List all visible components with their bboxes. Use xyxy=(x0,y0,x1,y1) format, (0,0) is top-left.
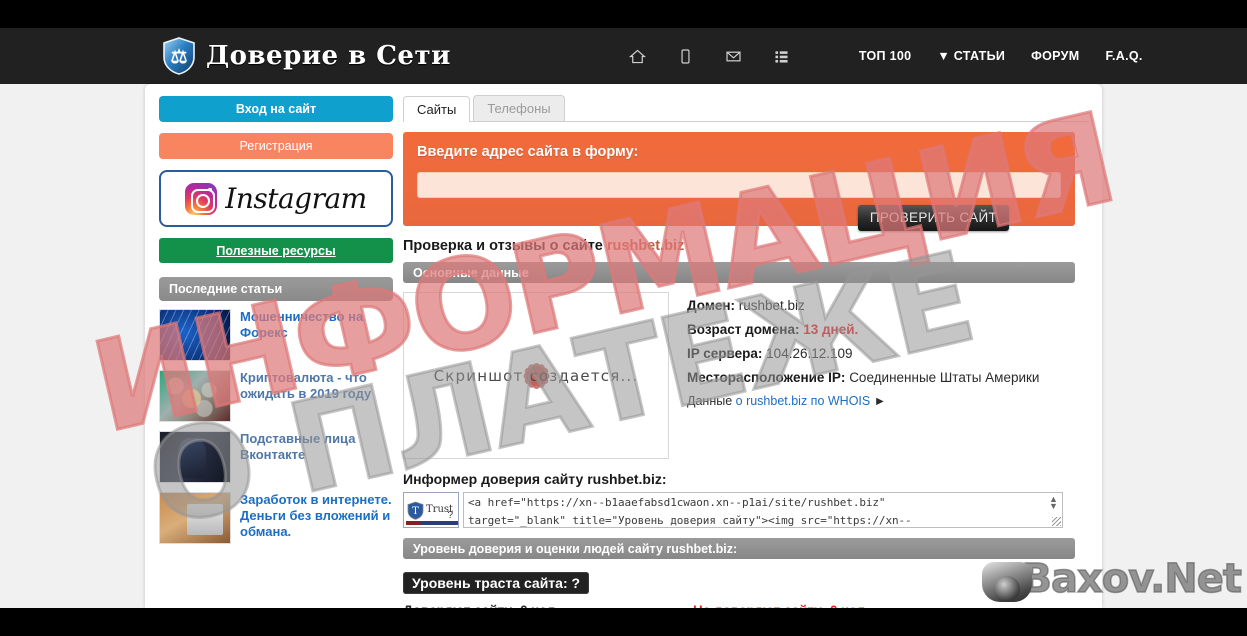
whois-arrow-icon: ► xyxy=(873,394,887,408)
site-url-input[interactable] xyxy=(418,173,1060,197)
site-header: ⚖ Доверие в Сети ТОП 100 ▼ СТАТЬИ ФОРУМ … xyxy=(0,28,1247,84)
crypto-coins-thumb xyxy=(159,370,231,422)
list-item[interactable]: Мошенничество на Форекс xyxy=(159,309,393,361)
useful-resources-button[interactable]: Полезные ресурсы xyxy=(159,238,393,263)
basic-data-heading: Основные данные xyxy=(403,262,1075,283)
screenshot-root: ⚖ Доверие в Сети ТОП 100 ▼ СТАТЬИ ФОРУМ … xyxy=(0,0,1247,636)
envelope-icon[interactable] xyxy=(723,45,745,67)
check-form-label: Введите адрес сайта в форму: xyxy=(417,144,639,160)
stepper-icon[interactable]: ▲ ▼ xyxy=(1048,495,1059,511)
ip-location-label: Месторасположение IP: xyxy=(687,370,846,385)
laptop-money-thumb xyxy=(159,492,231,544)
content-wrapper: Вход на сайт Регистрация Instagram Полез… xyxy=(145,84,1102,618)
informer-heading-prefix: Информер доверия сайту xyxy=(403,471,588,487)
svg-text:T: T xyxy=(412,506,419,517)
article-title[interactable]: Криптовалюта - что ожидать в 2019 году xyxy=(240,370,393,422)
domain-age-row: Возраст домена: 13 дней. xyxy=(687,322,1039,337)
result-domain: rushbet.biz xyxy=(606,238,685,254)
main-column: Сайты Телефоны Введите адрес сайта в фор… xyxy=(403,95,1089,618)
badge-color-bar xyxy=(406,521,458,525)
informer-row: T Trust ? <a href="https://xn--b1aaefabs… xyxy=(403,492,1089,528)
domain-value: rushbet.biz xyxy=(738,298,805,313)
domain-age-value: 13 дней. xyxy=(803,322,859,337)
informer-code-line2: target="_blank" title="Уровень доверия с… xyxy=(468,514,912,527)
article-title[interactable]: Мошенничество на Форекс xyxy=(240,309,393,361)
server-ip-label: IP сервера: xyxy=(687,346,763,361)
list-item[interactable]: Заработок в интернете. Деньги без вложен… xyxy=(159,492,393,544)
brand-logo[interactable]: ⚖ Доверие в Сети xyxy=(162,37,451,75)
mobile-icon[interactable] xyxy=(675,45,697,67)
site-url-input-wrap[interactable] xyxy=(417,172,1061,198)
list-item[interactable]: Подставные лица Вконтакте xyxy=(159,431,393,483)
server-ip-value: 104.26.12.109 xyxy=(766,346,853,361)
trust-informer-badge: T Trust ? xyxy=(403,492,459,528)
domain-info: Домен: rushbet.biz Возраст домена: 13 дн… xyxy=(687,292,1039,459)
article-title[interactable]: Подставные лица Вконтакте xyxy=(240,431,393,483)
top-black-strip xyxy=(0,0,1247,28)
instagram-banner[interactable]: Instagram xyxy=(159,170,393,227)
nav-articles[interactable]: ▼ СТАТЬИ xyxy=(937,49,1005,63)
trust-section-heading: Уровень доверия и оценки людей сайту rus… xyxy=(403,538,1075,559)
ip-location-value: Соединенные Штаты Америки xyxy=(849,370,1040,385)
sidebar: Вход на сайт Регистрация Instagram Полез… xyxy=(159,96,393,553)
domain-age-label: Возраст домена: xyxy=(687,322,800,337)
server-ip-row: IP сервера: 104.26.12.109 xyxy=(687,346,1039,361)
result-heading-prefix: Проверка и отзывы о сайте xyxy=(403,238,607,254)
ip-location-row: Месторасположение IP: Соединенные Штаты … xyxy=(687,370,1039,385)
tab-sites[interactable]: Сайты xyxy=(403,96,471,122)
bottom-black-strip xyxy=(0,608,1247,636)
login-button[interactable]: Вход на сайт xyxy=(159,96,393,122)
whois-link[interactable]: о rushbet.biz по WHOIS xyxy=(736,394,871,408)
informer-heading: Информер доверия сайту rushbet.biz: xyxy=(403,471,1089,487)
screenshot-status-text: Скриншот создается... xyxy=(433,366,639,385)
basic-data-row: Скриншот создается... Домен: rushbet.biz… xyxy=(403,292,1089,459)
list-icon[interactable] xyxy=(771,45,793,67)
screenshot-placeholder: Скриншот создается... xyxy=(403,292,669,459)
mini-shield-icon: T xyxy=(407,501,424,520)
nav-top100[interactable]: ТОП 100 xyxy=(859,49,911,63)
result-heading: Проверка и отзывы о сайте rushbet.biz xyxy=(403,238,1089,254)
nav-forum[interactable]: ФОРУМ xyxy=(1031,49,1079,63)
instagram-icon xyxy=(185,182,218,215)
whois-row: Данные о rushbet.biz по WHOIS ► xyxy=(687,394,1039,408)
informer-code-textarea[interactable]: <a href="https://xn--b1aaefabsd1cwaon.xn… xyxy=(463,492,1063,528)
trust-level-badge: Уровень траста сайта: ? xyxy=(403,572,590,594)
vk-person-thumb xyxy=(159,431,231,483)
instagram-label: Instagram xyxy=(225,182,367,215)
home-icon[interactable] xyxy=(627,45,649,67)
check-site-button[interactable]: ПРОВЕРИТЬ САЙТ xyxy=(857,205,1009,231)
site-check-form: Введите адрес сайта в форму: ПРОВЕРИТЬ С… xyxy=(403,132,1075,231)
tab-phones[interactable]: Телефоны xyxy=(473,95,565,121)
tab-bar: Сайты Телефоны xyxy=(403,95,1089,122)
latest-articles-heading: Последние статьи xyxy=(159,277,393,301)
informer-code-line1: <a href="https://xn--b1aaefabsd1cwaon.xn… xyxy=(468,496,886,509)
register-button[interactable]: Регистрация xyxy=(159,133,393,159)
domain-label: Домен: xyxy=(687,298,735,313)
resize-handle[interactable] xyxy=(1052,517,1061,526)
useful-resources-label: Полезные ресурсы xyxy=(216,243,336,258)
badge-question-mark: ? xyxy=(447,510,453,521)
main-nav: ТОП 100 ▼ СТАТЬИ ФОРУМ F.A.Q. xyxy=(627,45,1143,67)
nav-faq[interactable]: F.A.Q. xyxy=(1105,49,1142,63)
article-title[interactable]: Заработок в интернете. Деньги без вложен… xyxy=(240,492,393,544)
whois-prefix: Данные xyxy=(687,394,736,408)
domain-row: Домен: rushbet.biz xyxy=(687,298,1039,313)
informer-heading-domain: rushbet.biz: xyxy=(587,471,667,487)
svg-text:⚖: ⚖ xyxy=(170,46,187,68)
forex-chart-thumb xyxy=(159,309,231,361)
list-item[interactable]: Криптовалюта - что ожидать в 2019 году xyxy=(159,370,393,422)
shield-scales-icon: ⚖ xyxy=(162,37,196,75)
brand-title: Доверие в Сети xyxy=(206,41,451,71)
